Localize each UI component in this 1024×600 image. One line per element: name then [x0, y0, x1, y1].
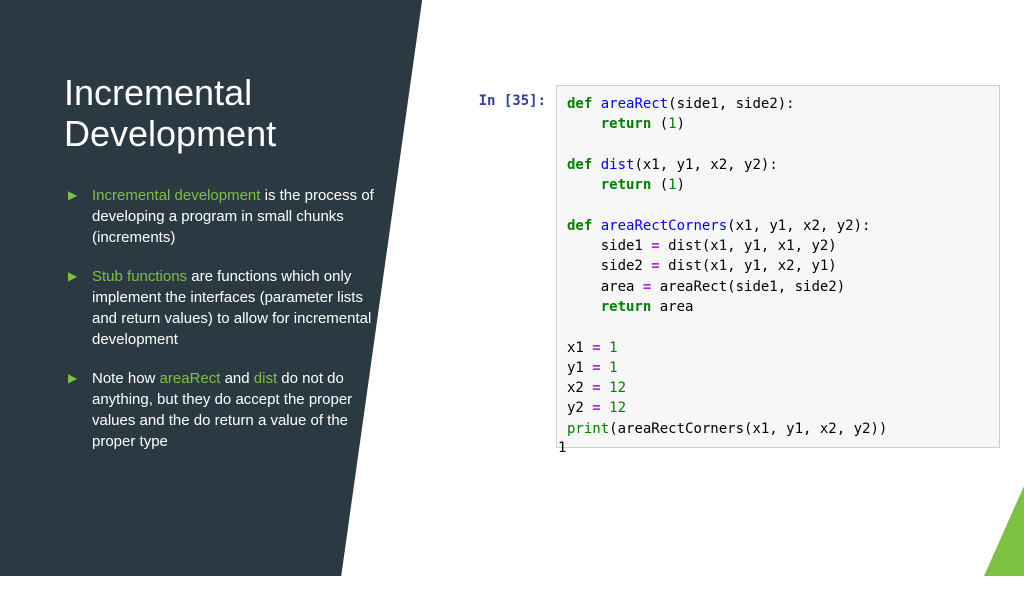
sidebar-panel: Incremental Development Incremental deve…: [0, 0, 470, 576]
builtin: print: [567, 421, 609, 437]
input-prompt: In [35]:: [470, 85, 556, 111]
op: =: [592, 400, 600, 416]
op: =: [592, 360, 600, 376]
kw: def: [567, 96, 592, 112]
kw: return: [601, 299, 652, 315]
code-text: (x1, y1, x2, y2):: [634, 157, 777, 173]
num: 1: [601, 340, 618, 356]
cell-output: 1: [558, 440, 566, 456]
code-text: (x1, y1, x2, y2):: [727, 218, 870, 234]
kw: return: [601, 177, 652, 193]
op: =: [651, 258, 659, 274]
bullet-3-mid: and: [220, 370, 253, 387]
code-cell: In [35]: def areaRect(side1, side2): ret…: [470, 85, 1000, 448]
bullet-3-pre: Note how: [92, 370, 160, 387]
bullet-3-hl2: dist: [254, 370, 277, 387]
fn: areaRect: [601, 96, 668, 112]
kw: def: [567, 157, 592, 173]
bullet-1: Incremental development is the process o…: [68, 185, 380, 248]
op: =: [592, 340, 600, 356]
op: =: [592, 380, 600, 396]
kw: def: [567, 218, 592, 234]
code-text: y2: [567, 400, 592, 416]
kw: return: [601, 116, 652, 132]
num: 12: [601, 400, 626, 416]
fn: areaRectCorners: [601, 218, 727, 234]
code-text: dist(x1, y1, x1, y2): [660, 238, 837, 254]
bullet-1-highlight: Incremental development: [92, 187, 260, 204]
code-text: (areaRectCorners(x1, y1, x2, y2)): [609, 421, 887, 437]
code-text: side1: [567, 238, 651, 254]
bullet-list: Incremental development is the process o…: [0, 175, 470, 452]
code-text: areaRect(side1, side2): [651, 279, 845, 295]
code-text: side2: [567, 258, 651, 274]
code-text: area: [567, 279, 643, 295]
num: 12: [601, 380, 626, 396]
bullet-3-hl1: areaRect: [160, 370, 221, 387]
code-text: dist(x1, y1, x2, y1): [660, 258, 837, 274]
accent-wedge: [984, 486, 1024, 576]
code-text: x2: [567, 380, 592, 396]
code-text: area: [651, 299, 693, 315]
code-box: def areaRect(side1, side2): return (1) d…: [556, 85, 1000, 448]
num: 1: [668, 177, 676, 193]
bullet-3: Note how areaRect and dist do not do any…: [68, 368, 380, 452]
bullet-2: Stub functions are functions which only …: [68, 266, 380, 350]
num: 1: [601, 360, 618, 376]
slide-title: Incremental Development: [0, 0, 470, 175]
op: =: [651, 238, 659, 254]
fn: dist: [601, 157, 635, 173]
code-text: y1: [567, 360, 592, 376]
code-text: x1: [567, 340, 592, 356]
num: 1: [668, 116, 676, 132]
code-text: (side1, side2):: [668, 96, 794, 112]
bullet-2-highlight: Stub functions: [92, 268, 187, 285]
